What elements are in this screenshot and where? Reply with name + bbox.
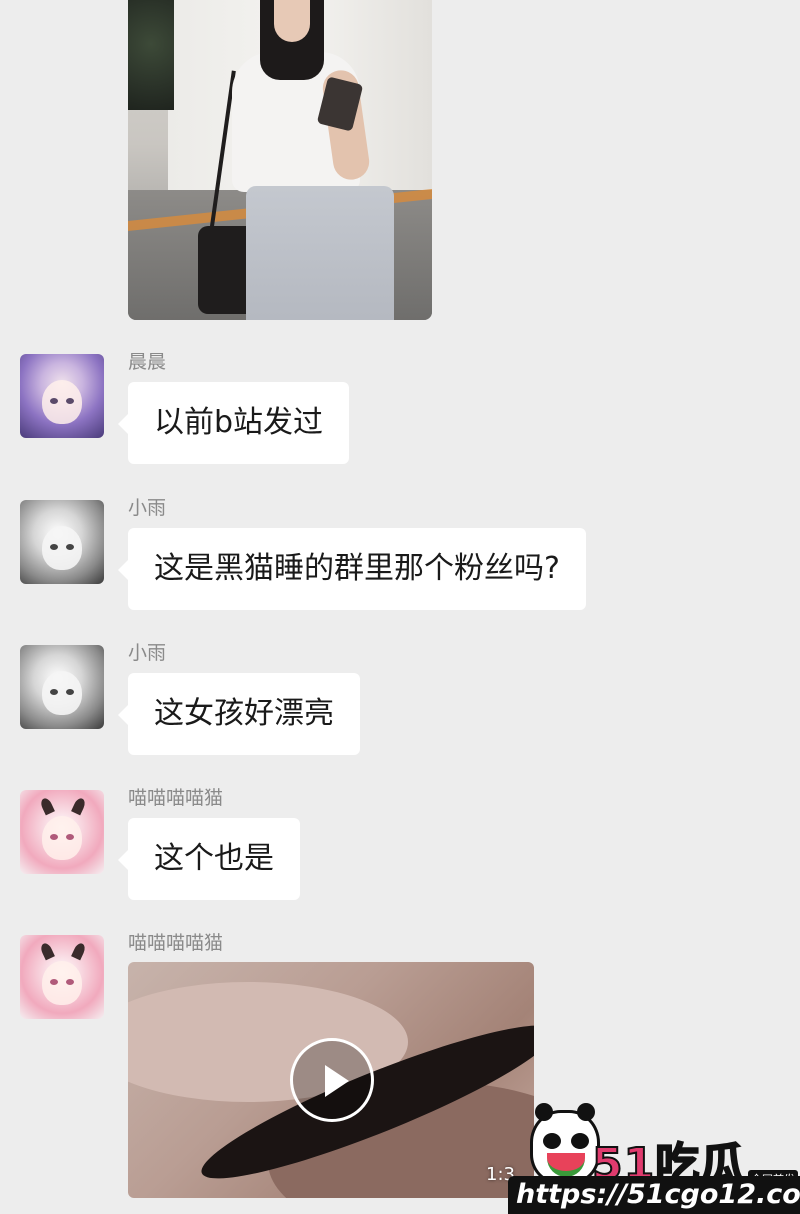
photo-message[interactable]: [128, 0, 432, 320]
sender-name: 喵喵喵喵猫: [128, 787, 224, 809]
watermark: 51吃瓜 全网首发 https://51cgo12.com: [508, 1103, 800, 1214]
avatar[interactable]: [20, 790, 104, 874]
avatar[interactable]: [20, 354, 104, 438]
sender-name: 小雨: [128, 642, 167, 664]
sender-name: 晨晨: [128, 351, 167, 373]
sender-name: 小雨: [128, 497, 167, 519]
video-message[interactable]: 1:3: [128, 962, 534, 1198]
sender-name: 喵喵喵喵猫: [128, 932, 224, 954]
message-bubble[interactable]: 这是黑猫睡的群里那个粉丝吗?: [118, 528, 586, 610]
play-icon[interactable]: [290, 1038, 374, 1122]
watermark-url: https://51cgo12.com: [508, 1176, 800, 1214]
message-bubble[interactable]: 这女孩好漂亮: [118, 673, 360, 755]
avatar[interactable]: [20, 645, 104, 729]
chat-window: 晨晨 以前b站发过 小雨 这是黑猫睡的群里那个粉丝吗? 小雨 这女孩好漂亮 喵喵…: [0, 0, 800, 1214]
avatar[interactable]: [20, 935, 104, 1019]
message-bubble[interactable]: 以前b站发过: [117, 382, 350, 464]
message-bubble[interactable]: 这个也是: [118, 818, 300, 900]
panda-mascot-icon: [530, 1103, 600, 1184]
avatar[interactable]: [20, 500, 104, 584]
